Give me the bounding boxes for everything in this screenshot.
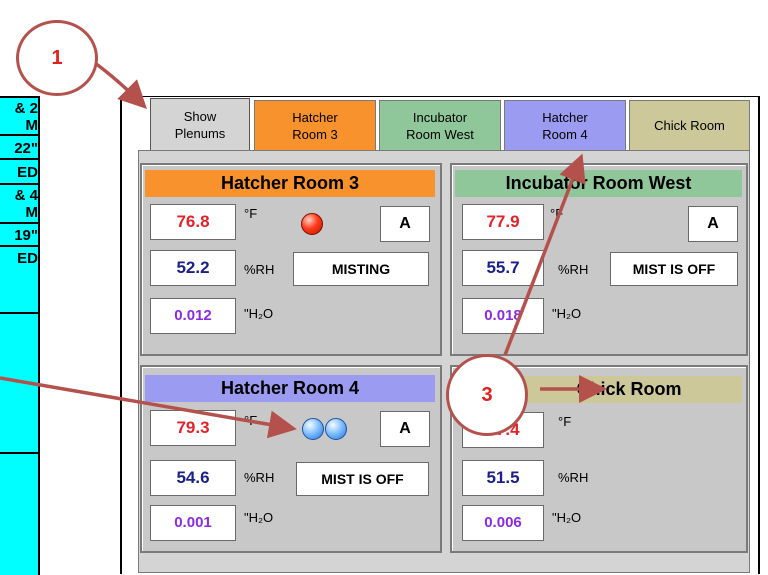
arrow-to-show-plenums-tab — [93, 61, 147, 109]
callout-1: 1 — [16, 20, 98, 96]
arrow-to-hatcher-room-4-tab — [503, 153, 586, 356]
arrow-to-blue-leds — [0, 376, 297, 439]
annotation-arrows — [0, 61, 607, 439]
callout-3: 3 — [446, 354, 528, 436]
